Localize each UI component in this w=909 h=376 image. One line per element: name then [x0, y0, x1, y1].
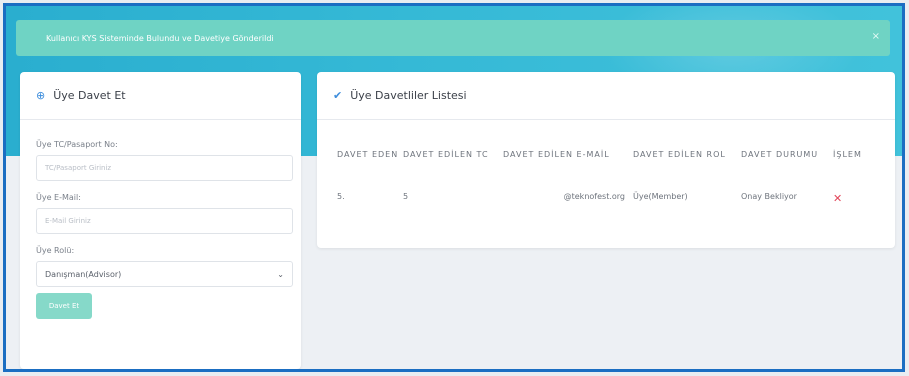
close-icon[interactable]: ×	[872, 31, 880, 42]
col-header-action: İŞLEM	[833, 150, 862, 159]
alert-text: Kullanıcı KYS Sisteminde Bulundu ve Dave…	[46, 33, 274, 43]
email-input[interactable]: E-Mail Giriniz	[36, 208, 293, 234]
col-header-role: DAVET EDİLEN ROL	[633, 150, 726, 159]
cell-email: @teknofest.org	[563, 192, 625, 201]
role-select[interactable]: Danışman(Advisor) ⌄	[36, 261, 293, 287]
check-icon: ✔	[333, 89, 343, 102]
invite-form: Üye TC/Pasaport No: TC/Pasaport Giriniz …	[20, 120, 301, 319]
table-row: 5. 5 @teknofest.org Üye(Member) Onay Bek…	[337, 188, 873, 214]
success-alert: Kullanıcı KYS Sisteminde Bulundu ve Dave…	[16, 20, 890, 56]
plus-circle-icon: ⊕	[36, 89, 46, 102]
invite-member-card: ⊕ Üye Davet Et Üye TC/Pasaport No: TC/Pa…	[20, 72, 301, 369]
col-header-status: DAVET DURUMU	[741, 150, 819, 159]
invite-button[interactable]: Davet Et	[36, 293, 92, 319]
cell-tc: 5	[403, 192, 409, 201]
chevron-down-icon: ⌄	[277, 269, 284, 279]
role-selected-value: Danışman(Advisor)	[45, 269, 122, 279]
col-header-inviter: DAVET EDEN	[337, 150, 399, 159]
delete-icon[interactable]: ✕	[833, 192, 842, 205]
role-label: Üye Rolü:	[36, 246, 75, 255]
cell-inviter: 5.	[337, 192, 345, 201]
tc-input[interactable]: TC/Pasaport Giriniz	[36, 155, 293, 181]
table-header-row: DAVET EDEN DAVET EDİLEN TC DAVET EDİLEN …	[337, 148, 873, 188]
invite-card-title: Üye Davet Et	[53, 89, 126, 102]
page-frame: Kullanıcı KYS Sisteminde Bulundu ve Dave…	[3, 3, 905, 372]
invites-card-header: ✔ Üye Davetliler Listesi	[317, 72, 895, 120]
col-header-email: DAVET EDİLEN E-MAİL	[503, 150, 610, 159]
cell-role: Üye(Member)	[633, 192, 688, 201]
tc-label: Üye TC/Pasaport No:	[36, 140, 118, 149]
cell-status: Onay Bekliyor	[741, 192, 797, 201]
invite-card-header: ⊕ Üye Davet Et	[20, 72, 301, 120]
email-label: Üye E-Mail:	[36, 193, 81, 202]
invites-table: DAVET EDEN DAVET EDİLEN TC DAVET EDİLEN …	[337, 148, 873, 214]
invites-card-title: Üye Davetliler Listesi	[350, 89, 467, 102]
invites-list-card: ✔ Üye Davetliler Listesi DAVET EDEN DAVE…	[317, 72, 895, 248]
col-header-tc: DAVET EDİLEN TC	[403, 150, 489, 159]
